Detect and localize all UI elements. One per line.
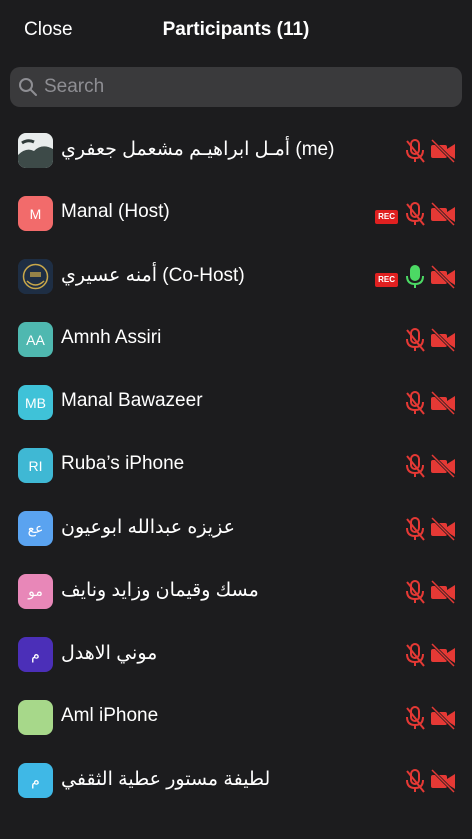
participant-row[interactable]: عع عزيزه عبدالله ابوعيون <box>0 497 472 560</box>
avatar-initials: مو <box>28 583 43 599</box>
participant-name: عزيزه عبدالله ابوعيون <box>61 517 235 538</box>
participant-row[interactable]: AA Amnh Assiri <box>0 308 472 371</box>
microphone-muted-icon <box>404 705 430 736</box>
participant-name: Manal (Host) <box>61 201 170 222</box>
video-off-icon <box>430 453 456 484</box>
microphone-muted-icon <box>404 201 430 232</box>
participant-status-icons <box>404 768 456 799</box>
participant-status-icons <box>404 705 456 736</box>
avatar: مو <box>18 574 53 609</box>
avatar-initials: AA <box>26 331 45 348</box>
avatar-initials: م <box>31 772 40 788</box>
participant-status-icons <box>404 579 456 610</box>
participant-row[interactable]: MB Manal Bawazeer <box>0 371 472 434</box>
avatar: M <box>18 196 53 231</box>
microphone-muted-icon <box>404 453 430 484</box>
search-icon <box>19 78 37 96</box>
participant-row[interactable]: أمـل ابراهيـم مشعمل جعفري (me) <box>0 119 472 182</box>
microphone-muted-icon <box>404 390 430 421</box>
microphone-muted-icon <box>404 516 430 547</box>
search-bar[interactable] <box>10 67 462 107</box>
avatar-initials: عع <box>27 520 44 536</box>
avatar: عع <box>18 511 53 546</box>
video-off-icon <box>430 390 456 421</box>
avatar-image <box>18 259 53 294</box>
participant-status-icons <box>404 453 456 484</box>
avatar-initials: M <box>29 205 42 222</box>
video-off-icon <box>430 705 456 736</box>
participant-name: Manal Bawazeer <box>61 390 203 411</box>
video-off-icon <box>430 264 456 295</box>
participant-status-icons <box>404 390 456 421</box>
microphone-muted-icon <box>404 138 430 169</box>
avatar-initials: MB <box>25 394 46 411</box>
page-title: Participants (11) <box>162 19 310 40</box>
participant-name: موني الاهدل <box>61 643 158 664</box>
video-off-icon <box>430 579 456 610</box>
avatar: RI <box>18 448 53 483</box>
microphone-muted-icon <box>404 768 430 799</box>
video-off-icon <box>430 642 456 673</box>
participant-name: مسك وقيمان وزايد ونايف <box>61 580 259 601</box>
avatar <box>18 259 53 294</box>
participant-status-icons <box>404 327 456 358</box>
header: Close Participants (11) <box>0 0 472 62</box>
participant-status-icons: REC <box>375 264 456 295</box>
participant-status-icons: REC <box>375 201 456 232</box>
participant-row[interactable]: Aml iPhone <box>0 686 472 749</box>
participant-row[interactable]: م لطيفة مستور عطية الثقفي <box>0 749 472 812</box>
avatar-image <box>18 133 53 168</box>
avatar: AA <box>18 322 53 357</box>
video-off-icon <box>430 516 456 547</box>
participant-row[interactable]: م موني الاهدل <box>0 623 472 686</box>
microphone-muted-icon <box>404 327 430 358</box>
participant-row[interactable]: RI Ruba’s iPhone <box>0 434 472 497</box>
participant-name: Amnh Assiri <box>61 327 162 348</box>
participant-row[interactable]: أمنه عسيري (Co-Host) REC <box>0 245 472 308</box>
avatar: MB <box>18 385 53 420</box>
rec-badge: REC <box>375 209 398 224</box>
avatar-initials: RI <box>28 457 43 474</box>
participant-list: أمـل ابراهيـم مشعمل جعفري (me) M Manal (Ho… <box>0 119 472 812</box>
participant-name: لطيفة مستور عطية الثقفي <box>61 769 271 790</box>
participant-status-icons <box>404 516 456 547</box>
video-off-icon <box>430 138 456 169</box>
avatar: م <box>18 763 53 798</box>
microphone-icon <box>404 264 430 295</box>
participant-status-icons <box>404 642 456 673</box>
microphone-muted-icon <box>404 642 430 673</box>
avatar: م <box>18 637 53 672</box>
video-off-icon <box>430 327 456 358</box>
video-off-icon <box>430 768 456 799</box>
avatar <box>18 700 53 735</box>
video-off-icon <box>430 201 456 232</box>
avatar <box>18 133 53 168</box>
participant-name: أمـل ابراهيـم مشعمل جعفري (me) <box>61 139 335 160</box>
participant-row[interactable]: مو مسك وقيمان وزايد ونايف <box>0 560 472 623</box>
search-input[interactable] <box>44 67 444 107</box>
participant-name: Aml iPhone <box>61 705 159 726</box>
avatar-initials: م <box>31 646 40 662</box>
microphone-muted-icon <box>404 579 430 610</box>
participant-status-icons <box>404 138 456 169</box>
rec-badge: REC <box>375 272 398 287</box>
participant-row[interactable]: M Manal (Host) REC <box>0 182 472 245</box>
participant-name: Ruba’s iPhone <box>61 453 185 474</box>
participant-name: أمنه عسيري (Co-Host) <box>61 265 245 286</box>
